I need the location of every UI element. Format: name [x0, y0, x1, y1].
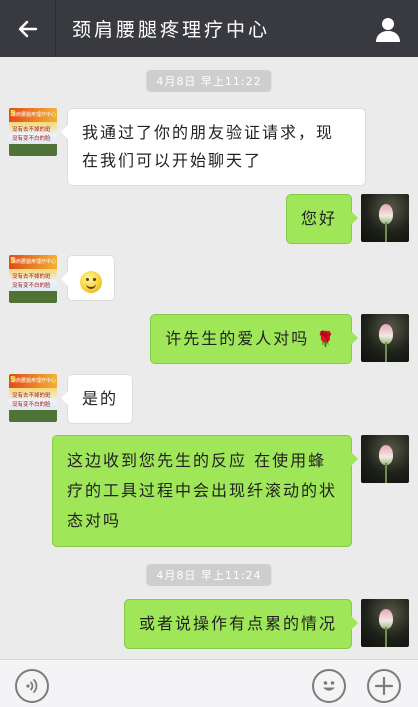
message-text: 或者说操作有点累的情况	[138, 614, 337, 633]
lotus-bud	[379, 204, 393, 224]
avatar-line-1: 没有去不掉的斑	[12, 127, 51, 133]
my-avatar[interactable]	[361, 194, 409, 242]
message-text: 这边收到您先生的反应 在使用蜂疗的工具过程中会出现纤滚动的状态对吗	[67, 451, 338, 530]
avatar-footer	[9, 410, 57, 422]
lotus-bud	[379, 445, 393, 465]
my-avatar[interactable]	[361, 435, 409, 483]
emoji-button[interactable]	[312, 669, 346, 703]
timestamp: 4月8日 早上11:24	[146, 564, 272, 586]
chat-title: 颈肩腰腿疼理疗中心	[72, 19, 271, 41]
emoji-icon	[323, 681, 335, 691]
avatar-banner-text: 颈肩腰腿疼理疗中心	[9, 374, 57, 388]
lotus-stem	[385, 342, 387, 362]
smile-emoji-icon	[80, 270, 102, 293]
plus-icon	[374, 676, 394, 696]
message-text: 许先生的爱人对吗	[165, 329, 310, 348]
voice-icon	[26, 679, 38, 693]
avatar-number: 5	[10, 109, 16, 118]
lotus-stem	[385, 627, 387, 647]
message-text: 您好	[300, 209, 337, 228]
timestamp: 4月8日 早上11:22	[146, 70, 272, 92]
message-bubble-left[interactable]: 我通过了你的朋友验证请求，现在我们可以开始聊天了	[61, 108, 366, 186]
lotus-bud	[379, 324, 393, 344]
message-bubble-left[interactable]: 是的	[60, 374, 134, 424]
rose-emoji-icon: 🌹	[316, 330, 337, 348]
message-bubble-right[interactable]: 您好	[285, 194, 359, 244]
person-icon	[376, 17, 400, 42]
message-bubble-right[interactable]: 许先生的爱人对吗 🌹	[150, 314, 358, 364]
avatar-line-1: 没有去不掉的斑	[12, 393, 51, 399]
message-text: 是的	[82, 389, 119, 408]
more-button[interactable]	[367, 669, 401, 703]
avatar-banner-text: 颈肩腰腿疼理疗中心	[9, 108, 57, 122]
back-arrow-icon	[18, 20, 37, 37]
lotus-stem	[385, 222, 387, 242]
avatar-footer	[9, 144, 57, 156]
contact-avatar[interactable]: 颈肩腰腿疼理疗中心 5 没有去不掉的斑 没有变不白的脸	[9, 255, 57, 303]
lotus-bud	[379, 609, 393, 629]
message-bubble-left[interactable]	[61, 255, 115, 301]
avatar-line-2: 没有变不白的脸	[12, 136, 51, 142]
chat-area[interactable]: 4月8日 早上11:22 颈肩腰腿疼理疗中心 5 没有去不掉的斑 没有变不白的脸…	[0, 57, 418, 659]
avatar-line-2: 没有变不白的脸	[12, 283, 51, 289]
message-text: 我通过了你的朋友验证请求，现在我们可以开始聊天了	[82, 123, 335, 170]
top-bar: 颈肩腰腿疼理疗中心	[0, 0, 418, 57]
avatar-banner-text: 颈肩腰腿疼理疗中心	[9, 255, 57, 269]
back-button[interactable]	[0, 0, 56, 57]
avatar-footer	[9, 291, 57, 303]
voice-button[interactable]	[15, 669, 49, 703]
input-bar	[0, 659, 418, 707]
my-avatar[interactable]	[361, 599, 409, 647]
avatar-number: 5	[10, 375, 16, 384]
avatar-line-1: 没有去不掉的斑	[12, 274, 51, 280]
my-avatar[interactable]	[361, 314, 409, 362]
contact-avatar[interactable]: 颈肩腰腿疼理疗中心 5 没有去不掉的斑 没有变不白的脸	[9, 374, 57, 422]
contact-avatar[interactable]: 颈肩腰腿疼理疗中心 5 没有去不掉的斑 没有变不白的脸	[9, 108, 57, 156]
avatar-line-2: 没有变不白的脸	[12, 402, 51, 408]
lotus-stem	[385, 463, 387, 483]
avatar-number: 5	[10, 256, 16, 265]
message-bubble-right[interactable]: 或者说操作有点累的情况	[123, 599, 359, 649]
message-bubble-right[interactable]: 这边收到您先生的反应 在使用蜂疗的工具过程中会出现纤滚动的状态对吗	[52, 435, 358, 547]
profile-button[interactable]	[358, 0, 418, 57]
